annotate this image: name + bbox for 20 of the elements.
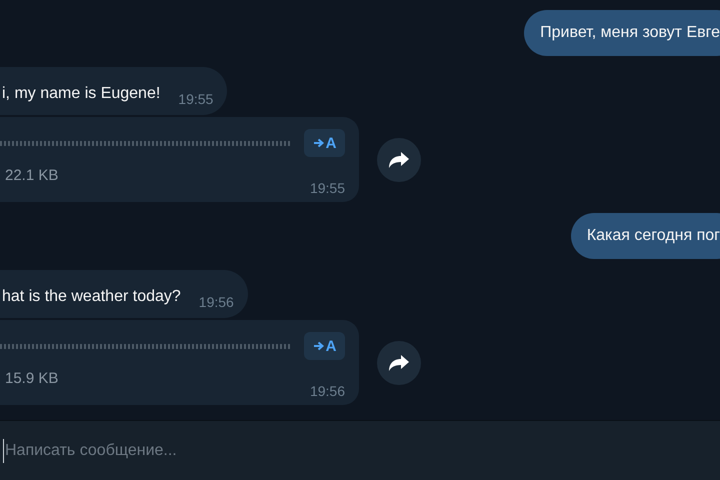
message-text: Привет, меня зовут Евге (540, 24, 720, 42)
message-time: 19:55 (178, 91, 214, 107)
message-time: 19:56 (198, 294, 234, 310)
arrow-icon (312, 341, 325, 351)
message-time: 19:56 (310, 383, 345, 399)
message-time: 19:55 (310, 180, 345, 196)
share-arrow-icon (388, 354, 410, 372)
message-text: i, my name is Eugene! (2, 85, 160, 104)
file-size: 22.1 KB (5, 167, 58, 184)
arrow-icon (312, 138, 325, 148)
forward-button[interactable] (377, 340, 421, 384)
file-size: 15.9 KB (5, 370, 58, 387)
message-input[interactable]: Написать сообщение... (5, 436, 720, 466)
message-text: Какая сегодня пог (586, 227, 720, 245)
transcribe-button[interactable]: A (304, 129, 345, 157)
share-arrow-icon (388, 150, 410, 168)
message-text: hat is the weather today? (2, 288, 181, 307)
forward-button[interactable] (377, 138, 421, 182)
composer-bar[interactable]: Написать сообщение... (0, 420, 720, 480)
transcribe-button[interactable]: A (304, 332, 345, 360)
